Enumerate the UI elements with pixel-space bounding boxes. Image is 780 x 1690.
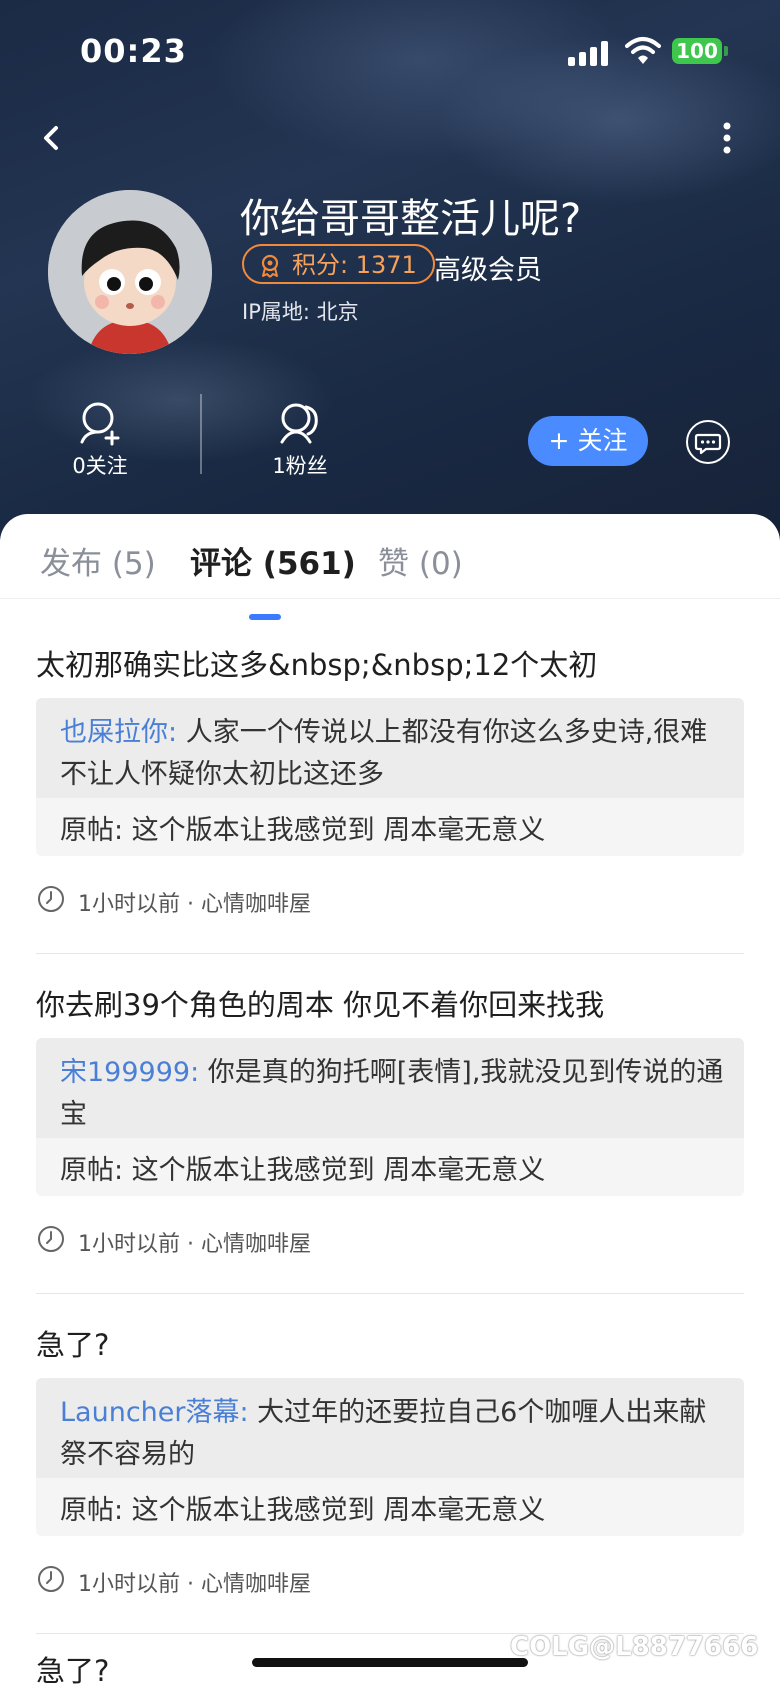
comment-item[interactable]: 你去刷39个角色的周本 你见不着你回来找我 宋199999: 你是真的狗托啊[表… [36,954,744,1294]
wifi-icon [625,37,661,64]
comment-item[interactable]: 太初那确实比这多&nbsp;&nbsp;12个太初 也屎拉你: 人家一个传说以上… [36,614,744,954]
tab-comments[interactable]: 评论 (561) [190,538,356,583]
points-label: 积分: 1371 [292,251,417,279]
signal-icon [568,40,612,66]
profile-header: 00:23 100 你给哥哥整活儿呢? 积分: 1371 高级会员 IP属地: … [0,0,780,540]
reply-content: 宋199999: 你是真的狗托啊[表情],我就没见到传说的通宝 [60,1052,724,1136]
tab-divider [0,598,780,599]
original-post[interactable]: 原帖: 这个版本让我感觉到 周本毫无意义 [36,1138,744,1196]
comment-time-forum: 1小时以前 · 心情咖啡屋 [78,892,311,917]
clock-icon [38,1226,64,1252]
follow-button[interactable]: + 关注 [528,416,648,466]
tab-bar: 发布 (5) 评论 (561) 赞 (0) [0,538,780,620]
stats-divider [200,394,202,474]
fans-count: 1粉丝 [272,454,328,478]
avatar[interactable] [48,190,212,354]
comment-item[interactable]: 急了? Launcher落幕: 大过年的还要拉自己6个咖喱人出来献祭不容易的 原… [36,1294,744,1634]
status-bar: 00:23 100 [0,28,780,78]
chat-icon [694,433,722,455]
original-post-text: 原帖: 这个版本让我感觉到 周本毫无意义 [60,1495,546,1526]
original-post-text: 原帖: 这个版本让我感觉到 周本毫无意义 [60,815,546,846]
battery-icon: 100 [672,38,722,64]
comment-text: 急了? [36,1328,110,1362]
profile-nickname: 你给哥哥整活儿呢? [240,196,582,242]
member-level: 高级会员 [434,255,542,286]
home-indicator[interactable] [252,1658,528,1667]
reply-content: 也屎拉你: 人家一个传说以上都没有你这么多史诗,很难不让人怀疑你太初比这还多 [60,712,724,796]
fans-stat[interactable]: 1粉丝 [240,398,360,480]
comment-text-partial[interactable]: 急了? [36,1648,109,1690]
reply-quote[interactable]: Launcher落幕: 大过年的还要拉自己6个咖喱人出来献祭不容易的 原帖: 这… [36,1378,744,1536]
ip-location: IP属地: 北京 [242,300,359,324]
content-sheet: 发布 (5) 评论 (561) 赞 (0) 太初那确实比这多&nbsp;&nbs… [0,514,780,1688]
tab-likes[interactable]: 赞 (0) [378,538,463,583]
reply-quote[interactable]: 宋199999: 你是真的狗托啊[表情],我就没见到传说的通宝 原帖: 这个版本… [36,1038,744,1196]
original-post[interactable]: 原帖: 这个版本让我感觉到 周本毫无意义 [36,798,744,856]
battery-tip [724,46,728,56]
original-post-text: 原帖: 这个版本让我感觉到 周本毫无意义 [60,1155,546,1186]
more-icon[interactable] [712,118,742,158]
status-time: 00:23 [80,32,187,70]
reply-username[interactable]: 也屎拉你: [60,717,177,748]
original-post[interactable]: 原帖: 这个版本让我感觉到 周本毫无意义 [36,1478,744,1536]
reply-quote[interactable]: 也屎拉你: 人家一个传说以上都没有你这么多史诗,很难不让人怀疑你太初比这还多 原… [36,698,744,856]
back-icon[interactable] [36,118,66,158]
following-count: 0关注 [72,454,128,478]
tab-posts[interactable]: 发布 (5) [40,538,156,583]
comment-list: 太初那确实比这多&nbsp;&nbsp;12个太初 也屎拉你: 人家一个传说以上… [36,614,744,1634]
avatar-cartoon-icon [48,190,212,354]
following-stat[interactable]: 0关注 [40,398,160,480]
clock-icon [38,886,64,912]
comment-time-forum: 1小时以前 · 心情咖啡屋 [78,1572,311,1597]
reply-username[interactable]: Launcher落幕: [60,1397,249,1428]
reply-username[interactable]: 宋199999: [60,1057,199,1088]
clock-icon [38,1566,64,1592]
comment-text: 你去刷39个角色的周本 你见不着你回来找我 [36,988,605,1022]
comment-text: 太初那确实比这多&nbsp;&nbsp;12个太初 [36,648,598,682]
comment-time-forum: 1小时以前 · 心情咖啡屋 [78,1232,311,1257]
message-button[interactable] [686,420,730,464]
points-badge[interactable]: 积分: 1371 [242,244,435,284]
medal-icon [261,254,279,278]
user-add-icon [80,402,120,446]
watermark: COLG@L8877666 [510,1632,759,1662]
reply-content: Launcher落幕: 大过年的还要拉自己6个咖喱人出来献祭不容易的 [60,1392,724,1476]
fans-icon [280,403,318,444]
